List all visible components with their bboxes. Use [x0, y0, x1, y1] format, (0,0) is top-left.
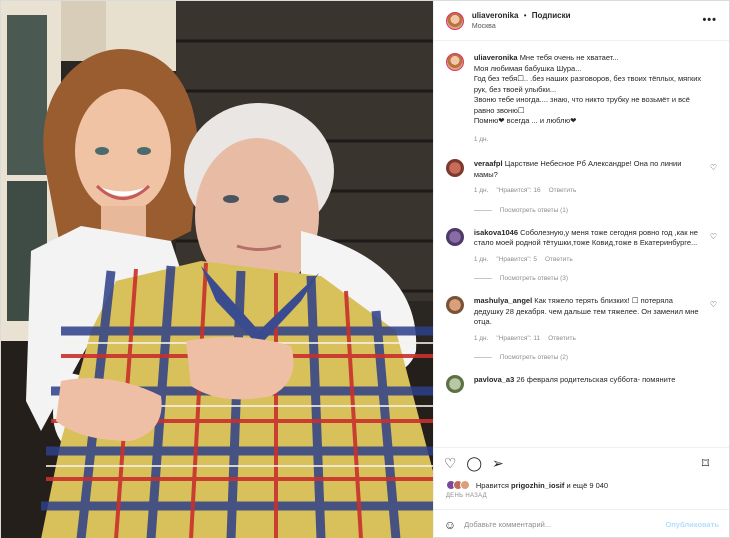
comment-time[interactable]: 1 дн. [474, 186, 489, 197]
liker-avatars[interactable] [445, 480, 470, 490]
comment-item: veraafpl Царствие Небесное Рб Александре… [445, 159, 717, 197]
comment-body: veraafpl Царствие Небесное Рб Александре… [474, 159, 717, 197]
action-bar: ♡ ◯ ➢ ⌑ [433, 447, 729, 477]
caption-body: uliaveronika Мне тебя очень не хватает..… [474, 53, 717, 145]
header-text: uliaveronika • Подписки Москва [472, 10, 571, 32]
caption-line: Мне тебя очень не хватает... [519, 53, 619, 62]
comments-list[interactable]: uliaveronika Мне тебя очень не хватает..… [434, 41, 729, 447]
avatar[interactable] [445, 375, 464, 393]
bookmark-icon[interactable]: ⌑ [702, 456, 709, 470]
smile-icon[interactable]: ☺ [444, 518, 456, 532]
comment-body: mashulya_angel Как тяжело терять близких… [474, 296, 717, 344]
view-replies-label: Посмотреть ответы (2) [499, 354, 569, 361]
replies-divider [473, 209, 492, 211]
caption-line: Год без тебя☐.. .без наших разговоров, б… [473, 74, 702, 94]
replies-divider [473, 278, 492, 279]
more-icon[interactable]: ••• [702, 14, 717, 26]
location-link[interactable]: Москва [472, 21, 571, 32]
view-replies-label: Посмотреть ответы (3) [499, 275, 569, 282]
view-replies-label: Посмотреть ответы (1) [499, 206, 569, 214]
caption-line: Звоню тебе иногда.... знаю, что никто тр… [473, 95, 690, 115]
publish-button[interactable]: Опубликовать [665, 520, 719, 529]
reply-button[interactable]: Ответить [549, 186, 577, 197]
comment-likes[interactable]: "Нравится": 11 [496, 334, 540, 345]
caption-time[interactable]: 1 дн. [474, 135, 489, 146]
comment-text: 26 февраля родительская суббота- помянит… [516, 375, 676, 384]
post-side-panel: uliaveronika • Подписки Москва ••• uliav… [432, 1, 729, 538]
post-modal: uliaveronika • Подписки Москва ••• uliav… [0, 0, 730, 538]
comment-time[interactable]: 1 дн. [474, 334, 489, 345]
photo-illustration [1, 1, 433, 538]
heart-icon[interactable]: ♡ [710, 163, 717, 172]
comment-item: isakova1046 Соболезную,у меня тоже сегод… [445, 227, 717, 266]
view-replies[interactable]: Посмотреть ответы (2) [473, 354, 717, 361]
avatar[interactable] [445, 227, 464, 246]
caption-line: Моя любимая бабушка Шура... [473, 63, 582, 73]
reply-button[interactable]: Ответить [545, 255, 573, 266]
share-icon[interactable]: ➢ [492, 456, 504, 470]
view-replies[interactable]: Посмотреть ответы (3) [473, 275, 717, 282]
post-date[interactable]: ДЕНЬ НАЗАД [434, 493, 729, 505]
comment-likes[interactable]: "Нравится": 5 [496, 255, 537, 266]
heart-icon[interactable]: ♡ [444, 456, 457, 470]
add-comment-bar: ☺ Добавьте комментарий... Опубликовать [433, 509, 729, 538]
comment-text: Царствие Небесное Рб Александре! Она по … [473, 159, 682, 179]
comment-item: pavlova_a3 26 февраля родительская суббо… [445, 375, 717, 393]
heart-icon[interactable]: ♡ [710, 300, 717, 309]
comment-likes[interactable]: "Нравится": 16 [496, 186, 540, 197]
post-header: uliaveronika • Подписки Москва ••• [433, 1, 729, 41]
comment-username[interactable]: pavlova_a3 [474, 375, 514, 384]
likes-count[interactable]: и ещё 9 040 [566, 481, 608, 490]
caption-line: Помню❤ всегда ... и люблю❤ [473, 116, 577, 125]
comment-body: isakova1046 Соболезную,у меня тоже сегод… [474, 228, 717, 266]
caption-username[interactable]: uliaveronika [474, 53, 518, 62]
header-separator: • [523, 10, 527, 20]
caption: uliaveronika Мне тебя очень не хватает..… [445, 53, 717, 145]
likes-prefix: Нравится [475, 480, 509, 490]
likes-row: Нравится prigozhin_iosif и ещё 9 040 [434, 477, 729, 493]
replies-divider [473, 357, 492, 358]
avatar[interactable] [445, 296, 464, 314]
comment-body: pavlova_a3 26 февраля родительская суббо… [474, 375, 717, 393]
avatar[interactable] [445, 53, 464, 71]
avatar [459, 480, 470, 490]
following-button[interactable]: Подписки [532, 11, 571, 20]
view-replies[interactable]: Посмотреть ответы (1) [473, 206, 717, 214]
avatar[interactable] [445, 11, 464, 30]
comment-item: mashulya_angel Как тяжело терять близких… [445, 296, 717, 344]
header-username[interactable]: uliaveronika [472, 11, 519, 20]
likes-user[interactable]: prigozhin_iosif [511, 481, 564, 490]
comment-icon[interactable]: ◯ [466, 456, 482, 470]
heart-icon[interactable]: ♡ [710, 232, 717, 241]
comment-time[interactable]: 1 дн. [474, 255, 489, 266]
comment-username[interactable]: isakova1046 [474, 228, 518, 237]
reply-button[interactable]: Ответить [548, 334, 576, 345]
comment-username[interactable]: veraafpl [474, 159, 503, 168]
comment-username[interactable]: mashulya_angel [474, 296, 532, 305]
avatar[interactable] [445, 159, 464, 177]
post-photo[interactable] [1, 1, 433, 538]
comment-input[interactable]: Добавьте комментарий... [464, 520, 665, 529]
